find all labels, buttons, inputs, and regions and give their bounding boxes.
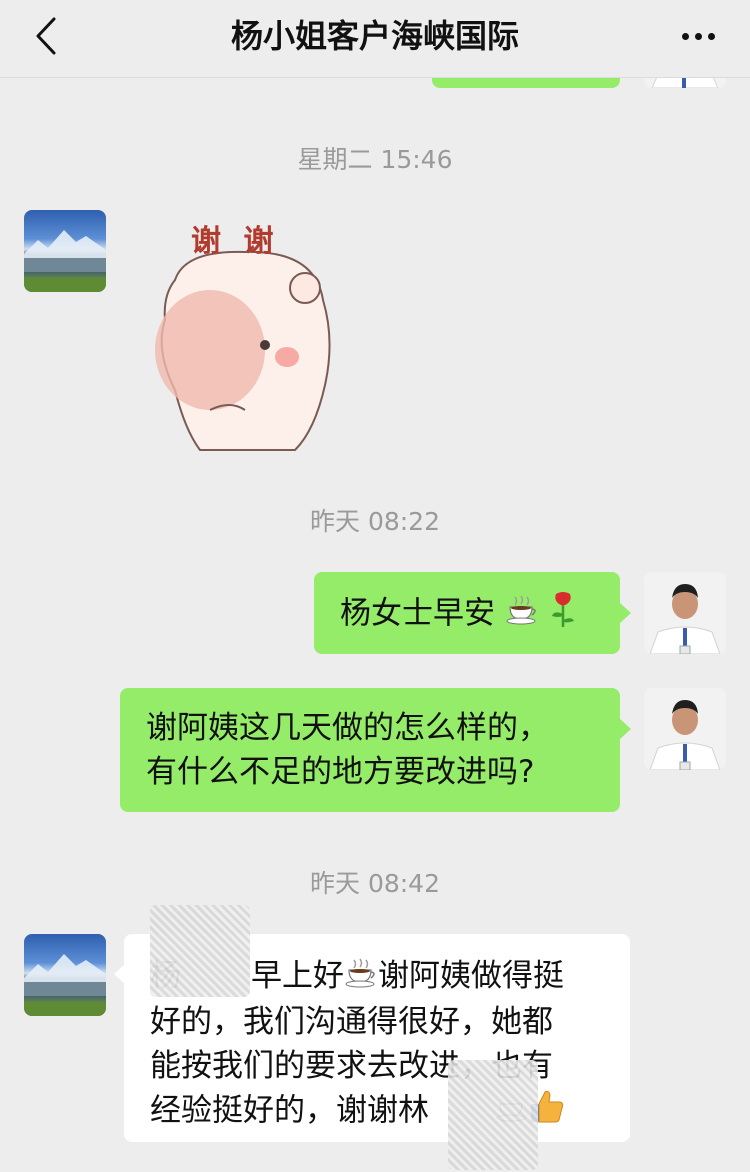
message-text: 谢阿姨做得挺 (378, 958, 564, 994)
more-options-button[interactable] (674, 16, 722, 56)
message-text-line: 能按我们的要求去改进，也有 (150, 1047, 553, 1084)
bubble-tail (620, 603, 631, 623)
message-text-line: 好的，我们沟通得很好，她都 (150, 1003, 553, 1040)
more-dots-icon (694, 32, 702, 40)
coffee-emoji (505, 593, 539, 637)
outgoing-message-bubble[interactable]: 谢阿姨这几天做的怎么样的， 有什么不足的地方要改进吗? (120, 688, 620, 812)
redaction-blur (448, 1060, 538, 1170)
contact-avatar[interactable] (24, 934, 106, 1016)
sticker-caption: 谢 谢 (191, 224, 280, 259)
timestamp: 星期二 15:46 (297, 145, 453, 174)
sticker-image[interactable]: 谢 谢 (145, 210, 345, 452)
redaction-blur (150, 905, 250, 997)
message-text-line: 经验挺好的，谢谢林 (150, 1088, 630, 1136)
navigation-bar: 杨小姐客户海峡国际 (0, 0, 750, 78)
chevron-left-icon (36, 17, 56, 55)
timestamp: 昨天 08:42 (310, 869, 440, 898)
more-dots-icon (707, 32, 715, 40)
outgoing-message-bubble[interactable]: 杨女士早安 (314, 572, 620, 654)
rose-emoji (549, 590, 577, 640)
coffee-emoji (344, 956, 378, 1000)
back-button[interactable] (22, 10, 70, 62)
contact-avatar[interactable] (24, 210, 106, 292)
message-text-line: 有什么不足的地方要改进吗? (146, 754, 535, 790)
message-text: 经验挺好的，谢谢林 (150, 1092, 429, 1128)
bubble-tail (620, 719, 631, 739)
sender-avatar[interactable] (644, 688, 726, 770)
message-text: 早上好 (251, 958, 344, 994)
chat-area: 星期二 15:46 谢 谢 昨天 08:22 杨女士早安 谢阿姨这几天做的怎么样… (0, 0, 750, 1172)
sender-avatar[interactable] (644, 572, 726, 654)
timestamp: 昨天 08:22 (310, 507, 440, 536)
message-text: 杨女士早安 (340, 595, 495, 632)
message-text-line: 谢阿姨这几天做的怎么样的， (146, 710, 549, 746)
more-dots-icon (681, 32, 689, 40)
chat-title: 杨小姐客户海峡国际 (230, 17, 519, 55)
